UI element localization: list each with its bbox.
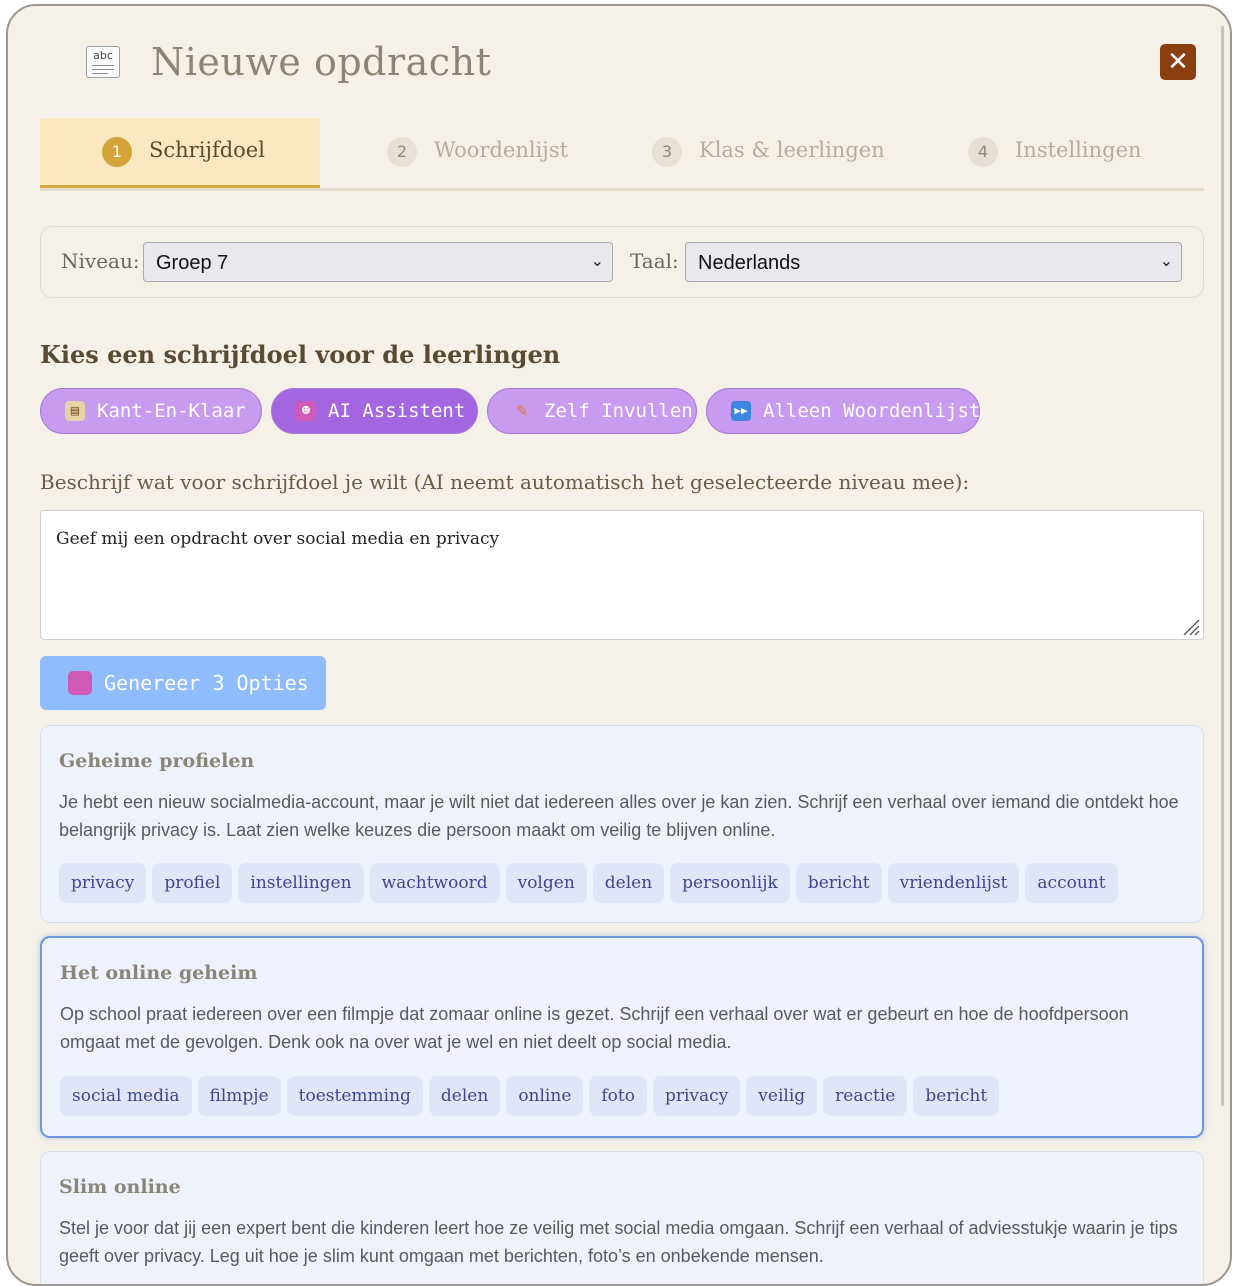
word-tag: delen	[428, 1076, 501, 1116]
word-tag: instellingen	[238, 863, 364, 903]
chevron-down-icon: ⌄	[1159, 251, 1173, 270]
word-tag: toestemming	[286, 1076, 423, 1116]
word-tag: veilig	[746, 1076, 818, 1116]
option-description: Je hebt een nieuw socialmedia-account, m…	[59, 792, 1179, 840]
word-tag: bericht	[913, 1076, 1000, 1116]
filter-bar: Niveau: Groep 7 ⌄ Taal: Nederlands ⌄	[40, 226, 1204, 298]
word-tag: privacy	[59, 863, 147, 903]
chevron-down-icon: ⌄	[590, 251, 604, 270]
mode-zelf-invullen-button[interactable]: ✎ Zelf Invullen	[487, 388, 697, 434]
close-button[interactable]: ✕	[1160, 44, 1196, 80]
step-label: Woordenlijst	[434, 138, 569, 162]
scrollbar[interactable]	[1221, 26, 1224, 1106]
tab-step-schrijfdoel[interactable]: 1 Schrijfdoel	[40, 118, 320, 188]
word-tag: bericht	[795, 863, 882, 903]
step-number: 1	[102, 137, 132, 167]
resize-handle-icon[interactable]	[1180, 616, 1200, 636]
close-icon: ✕	[1167, 47, 1189, 77]
dialog-title: Nieuwe opdracht	[151, 40, 492, 84]
option-description: Op school praat iedereen over een filmpj…	[60, 1004, 1129, 1052]
step-number: 3	[652, 137, 682, 167]
option-card-selected[interactable]: Het online geheim Op school praat iedere…	[40, 936, 1204, 1138]
word-tag: account	[1025, 863, 1118, 903]
word-tag: social media	[60, 1076, 192, 1116]
tab-step-instellingen[interactable]: 4 Instellingen	[920, 118, 1200, 188]
niveau-value: Groep 7	[156, 252, 229, 274]
section-title: Kies een schrijfdoel voor de leerlingen	[40, 340, 561, 369]
option-title: Slim online	[59, 1176, 181, 1198]
new-assignment-dialog: abc Nieuwe opdracht ✕ 1 Schrijfdoel 2 Wo…	[6, 4, 1232, 1286]
document-abc-icon: abc	[86, 46, 120, 78]
word-tag: wachtwoord	[369, 863, 500, 903]
taal-select[interactable]: Nederlands ⌄	[685, 242, 1182, 282]
robot-icon: ☻	[296, 401, 316, 421]
option-title: Geheime profielen	[59, 750, 255, 772]
fast-forward-icon: ▶▶	[731, 401, 751, 421]
word-tag: filmpje	[197, 1076, 281, 1116]
option-title: Het online geheim	[60, 962, 258, 984]
tab-step-klas[interactable]: 3 Klas & leerlingen	[610, 118, 910, 188]
word-tag: foto	[589, 1076, 647, 1116]
step-label: Schrijfdoel	[149, 138, 265, 162]
option-card[interactable]: Geheime profielen Je hebt een nieuw soci…	[40, 725, 1204, 923]
option-card[interactable]: Slim online Stel je voor dat jij een exp…	[40, 1151, 1204, 1284]
option-tags: privacy profiel instellingen wachtwoord …	[59, 863, 1118, 903]
option-description: Stel je voor dat jij een expert bent die…	[59, 1218, 1178, 1266]
robot-icon	[68, 671, 92, 695]
step-number: 2	[387, 137, 417, 167]
word-tag: delen	[592, 863, 665, 903]
word-tag: profiel	[152, 863, 233, 903]
word-tag: reactie	[823, 1076, 908, 1116]
step-label: Instellingen	[1015, 138, 1142, 162]
step-tabs: 1 Schrijfdoel 2 Woordenlijst 3 Klas & le…	[40, 118, 1204, 191]
option-tags: social media filmpje toestemming delen o…	[60, 1076, 1000, 1116]
pencil-icon: ✎	[516, 400, 528, 421]
word-tag: vriendenlijst	[887, 863, 1020, 903]
niveau-label: Niveau:	[61, 249, 140, 273]
word-tag: persoonlijk	[670, 863, 790, 903]
dialog-header: abc Nieuwe opdracht ✕	[8, 6, 1230, 116]
tab-step-woordenlijst[interactable]: 2 Woordenlijst	[340, 118, 600, 188]
description-label: Beschrijf wat voor schrijfdoel je wilt (…	[40, 470, 970, 494]
step-label: Klas & leerlingen	[699, 138, 885, 162]
word-tag: privacy	[652, 1076, 741, 1116]
word-tag: online	[506, 1076, 584, 1116]
description-value: Geef mij een opdracht over social media …	[56, 529, 500, 549]
taal-label: Taal:	[630, 249, 679, 273]
mode-alleen-woordenlijst-button[interactable]: ▶▶ Alleen Woordenlijst	[706, 388, 980, 434]
step-number: 4	[968, 137, 998, 167]
mode-ai-assistent-button[interactable]: ☻ AI Assistent	[271, 388, 478, 434]
taal-value: Nederlands	[698, 252, 801, 274]
niveau-select[interactable]: Groep 7 ⌄	[143, 242, 613, 282]
description-textarea[interactable]: Geef mij een opdracht over social media …	[40, 510, 1204, 640]
clipboard-icon: ▤	[65, 401, 85, 421]
mode-kant-en-klaar-button[interactable]: ▤ Kant-En-Klaar	[40, 388, 262, 434]
generate-options-button[interactable]: Genereer 3 Opties	[40, 656, 326, 710]
word-tag: volgen	[505, 863, 587, 903]
